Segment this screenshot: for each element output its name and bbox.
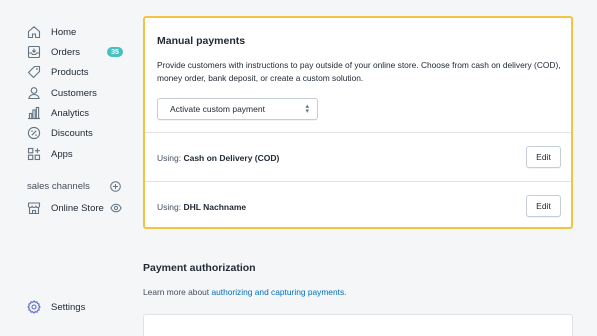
sidebar-item-label: Analytics bbox=[51, 107, 90, 119]
payment-method-row: Using: Cash on Delivery (COD) bbox=[157, 153, 279, 163]
sidebar-item-label: Customers bbox=[51, 87, 97, 99]
authorizing-capturing-link[interactable]: authorizing and capturing payments bbox=[211, 287, 344, 297]
sidebar-item-products[interactable]: Products bbox=[27, 63, 89, 81]
person-icon bbox=[27, 86, 41, 100]
desc-suffix: . bbox=[344, 287, 347, 297]
manual-payments-title: Manual payments bbox=[157, 35, 246, 47]
manual-payments-card: Manual payments Provide customers with i… bbox=[143, 16, 573, 229]
sidebar-item-home[interactable]: Home bbox=[27, 23, 76, 41]
sidebar-item-orders[interactable]: Orders bbox=[27, 43, 80, 61]
payment-authorization-description: Learn more about authorizing and capturi… bbox=[143, 287, 346, 297]
divider bbox=[145, 132, 571, 133]
sidebar-item-analytics[interactable]: Analytics bbox=[27, 104, 89, 122]
payment-authorization-card bbox=[143, 314, 573, 336]
edit-cod-button[interactable]: Edit bbox=[526, 146, 561, 168]
store-icon bbox=[27, 201, 41, 215]
view-store-eye-icon[interactable] bbox=[110, 203, 122, 213]
sidebar-item-label: Home bbox=[51, 26, 77, 38]
sidebar-item-online-store[interactable]: Online Store bbox=[27, 199, 104, 217]
home-icon bbox=[27, 25, 41, 39]
payment-authorization-title: Payment authorization bbox=[143, 262, 256, 274]
sidebar-item-customers[interactable]: Customers bbox=[27, 84, 97, 102]
bar-chart-icon bbox=[27, 106, 41, 120]
sidebar-item-apps[interactable]: Apps bbox=[27, 145, 73, 163]
orders-icon bbox=[27, 45, 41, 59]
add-channel-icon[interactable] bbox=[110, 181, 121, 192]
sidebar-item-label: Discounts bbox=[51, 127, 93, 139]
custom-payment-select[interactable]: Activate custom payment ▴ ▾ bbox=[157, 98, 318, 120]
sidebar-item-settings[interactable]: Settings bbox=[27, 298, 85, 316]
sidebar-item-label: Apps bbox=[51, 148, 73, 160]
sidebar: Home Orders 35 Products Customers Analyt… bbox=[0, 0, 134, 336]
sales-channels-heading: sales channels bbox=[27, 181, 90, 192]
apps-icon bbox=[27, 147, 41, 161]
payment-method-row: Using: DHL Nachname bbox=[157, 202, 246, 212]
manual-payments-description: Provide customers with instructions to p… bbox=[157, 60, 561, 83]
method-prefix: Using: bbox=[157, 202, 184, 212]
sidebar-item-label: Products bbox=[51, 66, 89, 78]
discount-icon bbox=[27, 126, 41, 140]
method-name: DHL Nachname bbox=[183, 202, 247, 212]
desc-prefix: Learn more about bbox=[143, 287, 212, 297]
sidebar-item-label: Settings bbox=[51, 301, 86, 313]
tag-icon bbox=[27, 65, 41, 79]
sidebar-item-label: Orders bbox=[51, 46, 81, 58]
gear-icon bbox=[27, 300, 41, 314]
method-prefix: Using: bbox=[157, 153, 184, 163]
edit-dhl-button[interactable]: Edit bbox=[526, 195, 561, 217]
method-name: Cash on Delivery (COD) bbox=[183, 153, 280, 163]
orders-count-badge: 35 bbox=[107, 47, 123, 57]
sidebar-item-label: Online Store bbox=[51, 202, 104, 214]
sidebar-item-discounts[interactable]: Discounts bbox=[27, 124, 93, 142]
divider bbox=[145, 181, 571, 182]
select-arrows-icon: ▴ ▾ bbox=[305, 103, 309, 115]
select-value: Activate custom payment bbox=[170, 104, 265, 114]
